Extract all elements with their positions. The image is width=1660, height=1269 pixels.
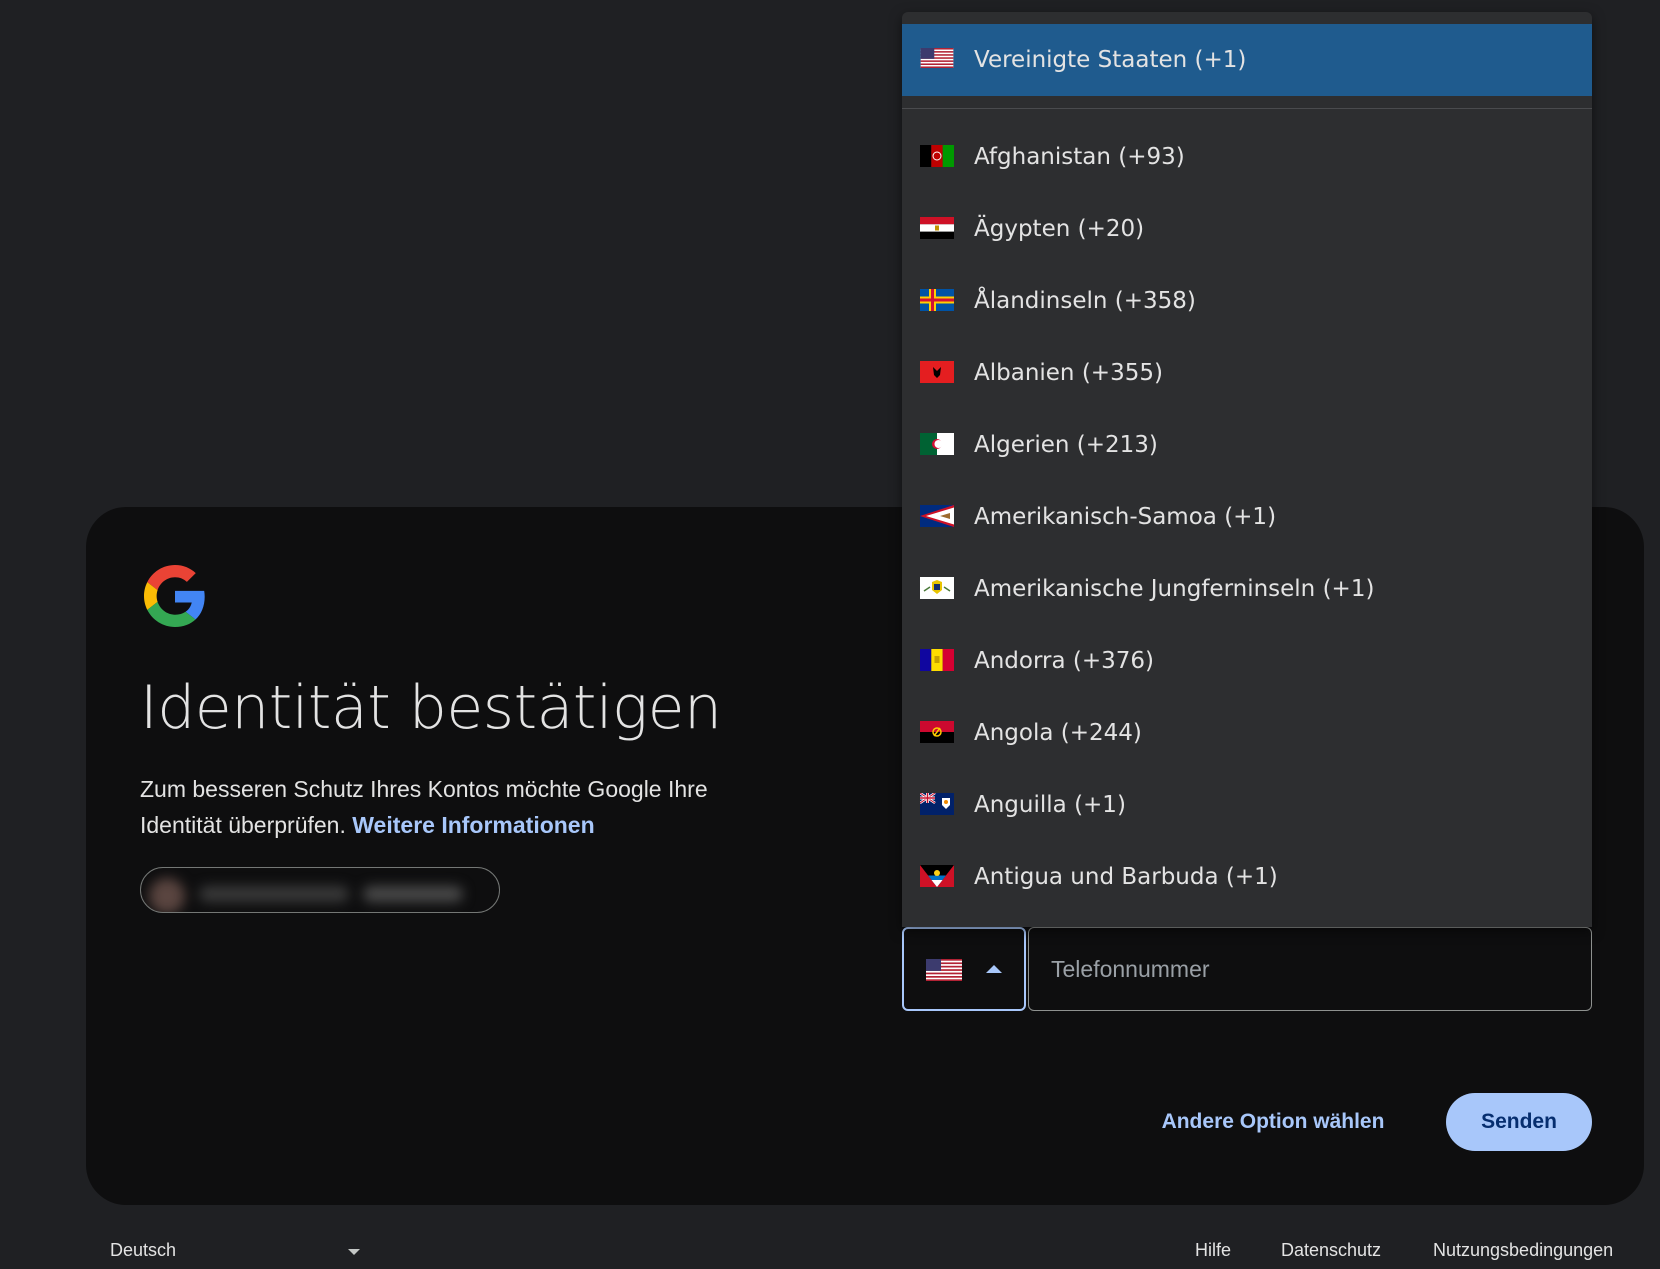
page: Identität bestätigen Zum besseren Schutz… bbox=[0, 0, 1660, 1269]
language-select[interactable]: Deutsch bbox=[110, 1240, 360, 1266]
google-logo-icon bbox=[144, 565, 205, 627]
blurred-email bbox=[199, 886, 349, 902]
country-option[interactable]: Amerikanisch-Samoa (+1) bbox=[902, 481, 1592, 553]
country-dropdown: Vereinigte Staaten (+1) Afghanistan (+93… bbox=[902, 12, 1592, 927]
language-label: Deutsch bbox=[110, 1240, 177, 1260]
account-chip[interactable] bbox=[140, 867, 500, 913]
country-label: Anguilla (+1) bbox=[974, 792, 1126, 818]
avatar bbox=[149, 878, 185, 912]
country-option[interactable]: Angola (+244) bbox=[902, 697, 1592, 769]
country-option[interactable]: Andorra (+376) bbox=[902, 625, 1592, 697]
country-option-selected[interactable]: Vereinigte Staaten (+1) bbox=[902, 24, 1592, 96]
ag-flag-icon bbox=[920, 865, 954, 887]
dz-flag-icon bbox=[920, 433, 954, 455]
country-option[interactable]: Amerikanische Jungferninseln (+1) bbox=[902, 553, 1592, 625]
country-option[interactable]: Anguilla (+1) bbox=[902, 769, 1592, 841]
blurred-account-info bbox=[143, 872, 495, 912]
country-label: Amerikanisch-Samoa (+1) bbox=[974, 504, 1277, 530]
us-flag-icon bbox=[926, 959, 962, 981]
country-label: Algerien (+213) bbox=[974, 432, 1158, 458]
country-label: Afghanistan (+93) bbox=[974, 144, 1185, 170]
country-label: Andorra (+376) bbox=[974, 648, 1155, 674]
country-label: Amerikanische Jungferninseln (+1) bbox=[974, 576, 1375, 602]
divider bbox=[902, 108, 1592, 109]
country-option[interactable]: Albanien (+355) bbox=[902, 337, 1592, 409]
country-label: Angola (+244) bbox=[974, 720, 1142, 746]
country-option[interactable]: Afghanistan (+93) bbox=[902, 121, 1592, 193]
blurred-email-domain bbox=[363, 886, 463, 902]
terms-link[interactable]: Nutzungsbedingungen bbox=[1433, 1240, 1613, 1261]
help-link[interactable]: Hilfe bbox=[1195, 1240, 1231, 1261]
description: Zum besseren Schutz Ihres Kontos möchte … bbox=[140, 771, 780, 843]
footer: Deutsch Hilfe Datenschutz Nutzungsbeding… bbox=[0, 1238, 1660, 1268]
caret-down-icon bbox=[348, 1249, 360, 1255]
phone-number-input[interactable] bbox=[1028, 927, 1592, 1011]
country-option[interactable]: Algerien (+213) bbox=[902, 409, 1592, 481]
al-flag-icon bbox=[920, 361, 954, 383]
country-select-button[interactable] bbox=[902, 927, 1026, 1011]
country-label: Vereinigte Staaten (+1) bbox=[974, 47, 1247, 73]
country-label: Antigua und Barbuda (+1) bbox=[974, 864, 1278, 890]
country-option[interactable]: Ålandinseln (+358) bbox=[902, 265, 1592, 337]
ax-flag-icon bbox=[920, 289, 954, 311]
ad-flag-icon bbox=[920, 649, 954, 671]
learn-more-link[interactable]: Weitere Informationen bbox=[352, 812, 594, 838]
caret-up-icon bbox=[986, 965, 1002, 973]
country-option[interactable]: Antigua und Barbuda (+1) bbox=[902, 841, 1592, 913]
ai-flag-icon bbox=[920, 793, 954, 815]
country-label: Albanien (+355) bbox=[974, 360, 1163, 386]
country-label: Ägypten (+20) bbox=[974, 216, 1145, 242]
country-option[interactable]: Ägypten (+20) bbox=[902, 193, 1592, 265]
privacy-link[interactable]: Datenschutz bbox=[1281, 1240, 1381, 1261]
country-label: Ålandinseln (+358) bbox=[974, 288, 1196, 314]
eg-flag-icon bbox=[920, 217, 954, 239]
page-title: Identität bestätigen bbox=[140, 673, 722, 743]
as-flag-icon bbox=[920, 505, 954, 527]
send-button[interactable]: Senden bbox=[1446, 1093, 1592, 1151]
us-flag-icon bbox=[920, 48, 954, 68]
vi-flag-icon bbox=[920, 577, 954, 599]
af-flag-icon bbox=[920, 145, 954, 167]
choose-another-option-button[interactable]: Andere Option wählen bbox=[1150, 1093, 1396, 1151]
ao-flag-icon bbox=[920, 721, 954, 743]
